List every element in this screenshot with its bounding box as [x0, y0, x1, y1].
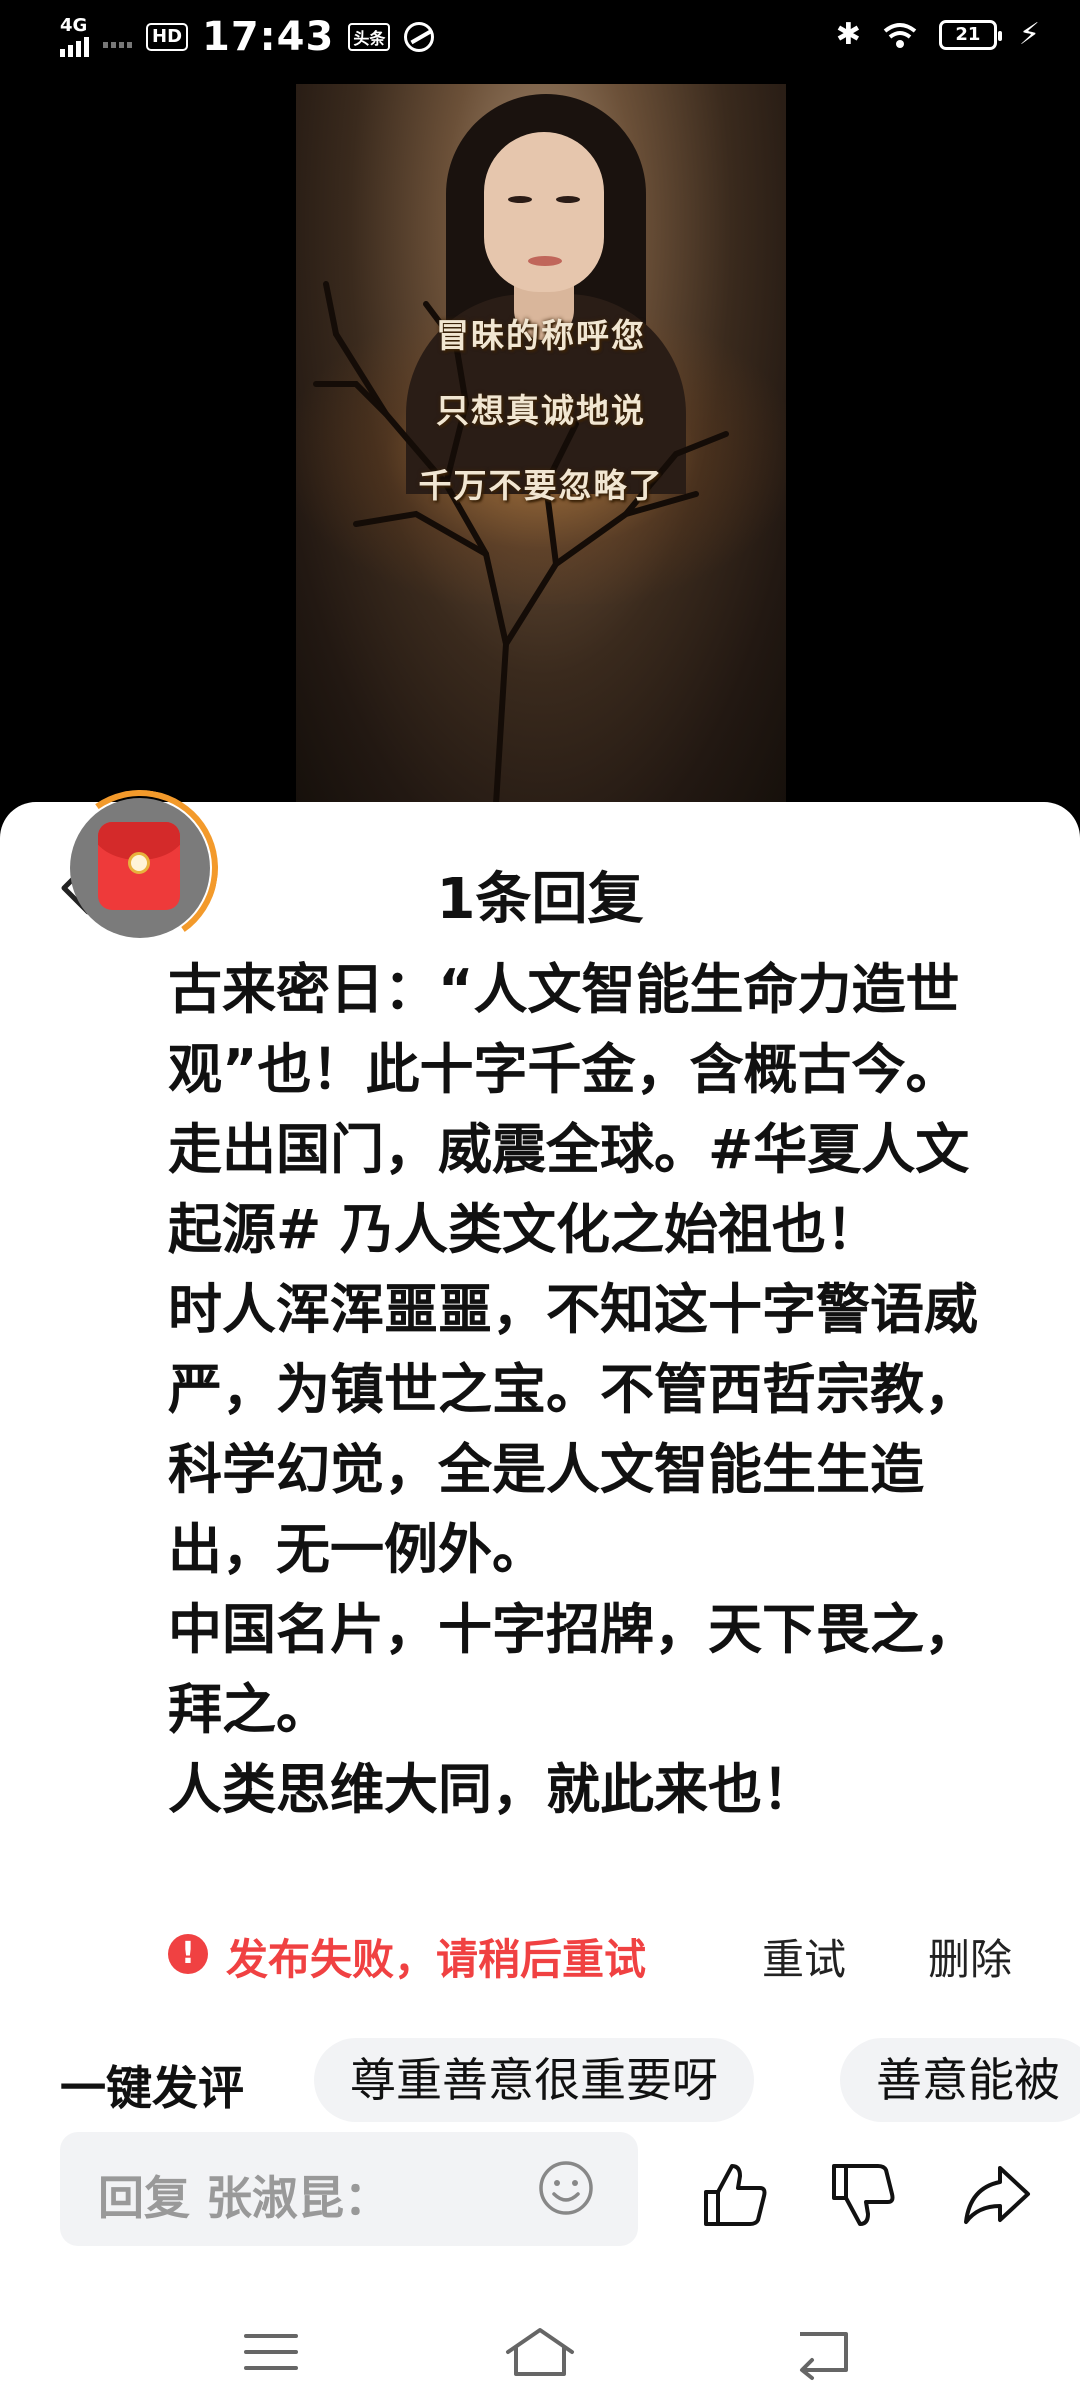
app-notification-icon: [404, 22, 435, 52]
error-icon: !: [168, 1934, 208, 1974]
status-time: 17:43: [202, 14, 335, 60]
comment-text: 古来密日：“人文智能生命力造世观”也！此十字千金，含概古今。走出国门，威震全球。…: [168, 950, 1008, 1830]
comment-paragraph: 时人浑浑噩噩，不知这十字警语威严，为镇世之宝。不管西哲宗教，科学幻觉，全是人文智…: [168, 1278, 978, 1581]
video-player[interactable]: 冒昧的称呼您 只想真诚地说 千万不要忽略了: [296, 84, 786, 804]
reply-bar: 回复 张淑昆：: [0, 2132, 1080, 2246]
video-caption-line: 只想真诚地说: [436, 391, 646, 430]
charging-icon: ⚡: [1018, 17, 1040, 52]
battery-icon: 21: [938, 20, 1002, 50]
publish-failed-text: 发布失败，请稍后重试: [226, 1935, 647, 1984]
status-bar: 4G HD 17:43 头条 ✱ 21 ⚡: [0, 0, 1080, 80]
video-caption-line: 冒昧的称呼您: [436, 316, 646, 355]
wifi-icon: [883, 23, 917, 48]
comment-paragraph: 古来密日：“人文智能生命力造世观”也！此十字千金，含概古今。走出国门，威震全球。…: [168, 958, 970, 1261]
toutiao-notification-icon: 头条: [348, 23, 391, 51]
quick-comment-label: 一键发评: [60, 2061, 244, 2115]
menu-icon[interactable]: [232, 2322, 312, 2382]
reply-placeholder: 回复 张淑昆：: [98, 2171, 391, 2225]
delete-button[interactable]: 删除: [928, 1926, 1012, 1987]
comment-paragraph: 中国名片，十字招牌，天下畏之，拜之。: [168, 1598, 978, 1741]
emoji-icon[interactable]: [536, 2158, 596, 2218]
like-icon[interactable]: [698, 2158, 772, 2232]
system-navigation-bar: [0, 2302, 1080, 2408]
quick-comment-chip[interactable]: 尊重善意很重要呀: [314, 2038, 754, 2122]
cellular-signal-icon: 4G: [60, 17, 89, 57]
network-type: 4G: [60, 15, 88, 36]
share-icon[interactable]: [960, 2158, 1034, 2232]
tree-branches-decoration: [313, 281, 729, 804]
home-icon[interactable]: [500, 2322, 580, 2382]
back-icon[interactable]: [784, 2322, 864, 2382]
cellular-signal-2-icon: [103, 26, 132, 48]
dislike-icon[interactable]: [826, 2158, 900, 2232]
retry-button[interactable]: 重试: [762, 1926, 846, 1987]
sheet-title: 1条回复: [436, 867, 644, 932]
bluetooth-icon: ✱: [835, 17, 861, 52]
reply-sheet: 1条回复 古来密日：“人文智能生命力造世观”也！此十字千金，含概古今。走出国门，…: [0, 777, 1080, 2408]
reply-input[interactable]: 回复 张淑昆：: [60, 2132, 638, 2246]
hd-voice-icon: HD: [146, 23, 189, 51]
quick-comment-row: 一键发评 尊重善意很重要呀 善意能被: [0, 2038, 1080, 2122]
quick-comment-chip[interactable]: 善意能被: [840, 2038, 1080, 2122]
comment-paragraph: 人类思维大同，就此来也！: [168, 1758, 816, 1821]
video-caption-line: 千万不要忽略了: [418, 466, 664, 505]
publish-status-row: ! 发布失败，请稍后重试 重试 删除: [168, 1920, 1028, 1984]
